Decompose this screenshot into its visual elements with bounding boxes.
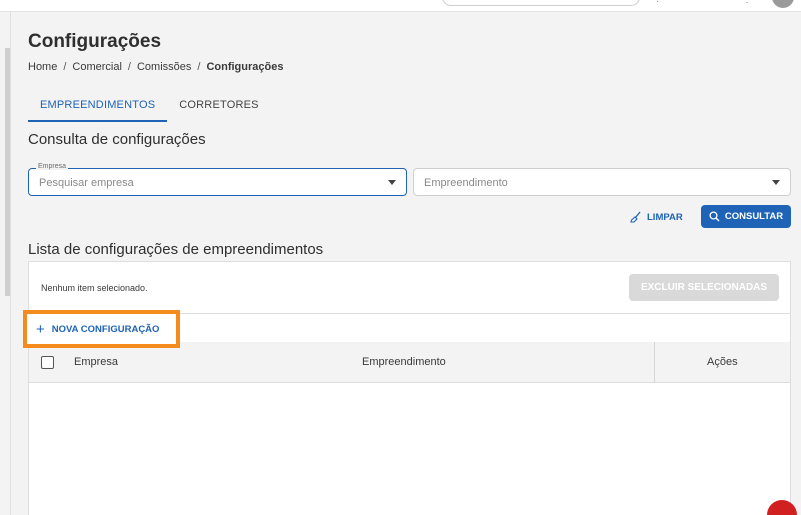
column-divider: [654, 342, 655, 383]
plus-icon: +: [36, 320, 45, 338]
selection-bar: Nenhum item selecionado. EXCLUIR SELECIO…: [29, 262, 790, 314]
development-select[interactable]: Empreendimento: [413, 168, 791, 196]
breadcrumb-home[interactable]: Home: [28, 61, 57, 73]
column-header-acoes: Ações: [707, 356, 738, 368]
list-section-title: Lista de configurações de empreendimento…: [28, 241, 324, 258]
dropdown-caret-icon[interactable]: [388, 180, 396, 185]
apps-icon[interactable]: ⋮: [742, 0, 754, 6]
tab-corretores[interactable]: CORRETORES: [167, 92, 270, 122]
clear-button[interactable]: LIMPAR: [630, 207, 683, 227]
breadcrumb-comissoes[interactable]: Comissões: [137, 61, 191, 73]
breadcrumb-comercial[interactable]: Comercial: [72, 61, 122, 73]
dropdown-caret-icon[interactable]: [772, 180, 780, 185]
tab-empreendimentos[interactable]: EMPREENDIMENTOS: [28, 92, 168, 122]
column-header-empresa[interactable]: Empresa: [74, 356, 118, 368]
table-header: Empresa Empreendimento Ações: [29, 342, 790, 383]
breadcrumb: Home / Comercial / Comissões / Configurações: [28, 61, 284, 73]
company-select[interactable]: Empresa Pesquisar empresa: [28, 163, 407, 196]
tab-bar: EMPREENDIMENTOS CORRETORES: [28, 92, 271, 122]
configurations-table: Nenhum item selecionado. EXCLUIR SELECIO…: [28, 261, 791, 515]
breadcrumb-current: Configurações: [206, 61, 284, 73]
global-search-input[interactable]: [442, 0, 640, 6]
consult-button[interactable]: CONSULTAR: [701, 205, 791, 228]
selection-status: Nenhum item selecionado.: [41, 283, 148, 293]
company-placeholder: Pesquisar empresa: [39, 177, 134, 189]
broom-icon: [630, 211, 641, 223]
delete-selected-button[interactable]: EXCLUIR SELECIONADAS: [629, 274, 779, 301]
top-bar: ? ◦ ⋮: [0, 0, 801, 12]
notification-icon[interactable]: ◦: [700, 0, 712, 6]
new-configuration-button[interactable]: + NOVA CONFIGURAÇÃO: [23, 310, 180, 348]
select-all-checkbox[interactable]: [41, 356, 54, 369]
consult-label: CONSULTAR: [724, 211, 784, 222]
avatar[interactable]: [772, 0, 794, 8]
help-icon[interactable]: ?: [655, 0, 667, 6]
new-configuration-label: NOVA CONFIGURAÇÃO: [51, 323, 160, 335]
sidebar-divider: [10, 12, 11, 515]
company-field-label: Empresa: [36, 163, 69, 170]
page-title: Configurações: [28, 31, 162, 52]
clear-label: LIMPAR: [647, 211, 683, 223]
column-header-empreendimento[interactable]: Empreendimento: [362, 356, 446, 368]
development-placeholder: Empreendimento: [424, 177, 508, 189]
search-icon: [709, 211, 720, 222]
query-section-title: Consulta de configurações: [28, 131, 206, 148]
